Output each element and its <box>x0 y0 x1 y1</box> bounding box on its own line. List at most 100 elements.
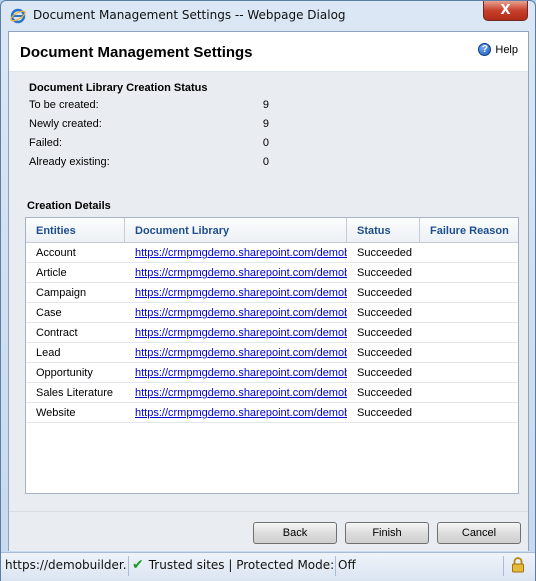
table-row: Contract https://crmpmgdemo.sharepoint.c… <box>26 323 518 343</box>
stat-to-be-created: To be created: 9 <box>29 99 269 117</box>
library-cell: https://crmpmgdemo.sharepoint.com/demobu… <box>125 383 347 403</box>
status-cell: Succeeded <box>357 367 413 379</box>
finish-button[interactable]: Finish <box>345 522 429 544</box>
finish-button-label: Finish <box>372 527 402 539</box>
table-row: Website https://crmpmgdemo.sharepoint.co… <box>26 403 518 423</box>
dialog-footer: Back Finish Cancel <box>9 511 528 551</box>
back-button-label: Back <box>282 527 308 539</box>
library-link[interactable]: https://crmpmgdemo.sharepoint.com/demobu… <box>135 287 347 299</box>
security-zone[interactable]: ✔ Trusted sites | Protected Mode: Off <box>132 554 356 576</box>
cancel-button[interactable]: Cancel <box>437 522 521 544</box>
status-divider <box>128 556 129 576</box>
title-bar: Document Management Settings -- Webpage … <box>1 1 535 31</box>
dialog-body: Document Library Creation Status To be c… <box>9 72 528 511</box>
stat-value: 0 <box>262 156 269 168</box>
stat-already-existing: Already existing: 0 <box>29 156 269 174</box>
status-divider <box>335 556 336 576</box>
status-bar: https://demobuilder.crm.dynamics.com/ ✔ … <box>1 552 535 581</box>
library-link[interactable]: https://crmpmgdemo.sharepoint.com/demobu… <box>135 267 347 279</box>
dialog-content: Document Management Settings ? Help Docu… <box>8 31 529 551</box>
table-row: Case https://crmpmgdemo.sharepoint.com/d… <box>26 303 518 323</box>
status-cell: Succeeded <box>357 327 413 339</box>
stat-value: 9 <box>262 118 269 130</box>
window-title: Document Management Settings -- Webpage … <box>33 8 346 22</box>
entity-cell: Campaign <box>36 287 87 299</box>
column-header-entities[interactable]: Entities <box>26 218 125 243</box>
entity-cell: Website <box>36 407 76 419</box>
table-row: Campaign https://crmpmgdemo.sharepoint.c… <box>26 283 518 303</box>
entity-cell: Case <box>36 307 62 319</box>
table-row: Article https://crmpmgdemo.sharepoint.co… <box>26 263 518 283</box>
status-cell: Succeeded <box>357 387 413 399</box>
grid-header: Entities Document Library Status Failure… <box>26 218 518 243</box>
library-link[interactable]: https://crmpmgdemo.sharepoint.com/demobu… <box>135 367 347 379</box>
library-cell: https://crmpmgdemo.sharepoint.com/demobu… <box>125 303 347 323</box>
stat-newly-created: Newly created: 9 <box>29 118 269 136</box>
library-link[interactable]: https://crmpmgdemo.sharepoint.com/demobu… <box>135 347 347 359</box>
stat-value: 9 <box>262 99 269 111</box>
stat-value: 0 <box>262 137 269 149</box>
creation-details-grid: Entities Document Library Status Failure… <box>25 217 519 494</box>
stat-label: Already existing: <box>29 156 110 168</box>
failure-reason-cell <box>420 303 518 323</box>
column-header-document-library[interactable]: Document Library <box>125 218 347 243</box>
failure-reason-cell <box>420 383 518 403</box>
library-cell: https://crmpmgdemo.sharepoint.com/demobu… <box>125 243 347 263</box>
help-link[interactable]: ? Help <box>478 43 518 56</box>
security-zone-label: Trusted sites | Protected Mode: Off <box>148 558 356 572</box>
library-link[interactable]: https://crmpmgdemo.sharepoint.com/demobu… <box>135 387 347 399</box>
stat-label: Newly created: <box>29 118 102 130</box>
status-cell: Succeeded <box>357 307 413 319</box>
library-cell: https://crmpmgdemo.sharepoint.com/demobu… <box>125 263 347 283</box>
stat-failed: Failed: 0 <box>29 137 269 155</box>
status-cell: Succeeded <box>357 267 413 279</box>
table-row: Sales Literature https://crmpmgdemo.shar… <box>26 383 518 403</box>
status-cell: Succeeded <box>357 347 413 359</box>
status-cell: Succeeded <box>357 407 413 419</box>
status-url: https://demobuilder.crm.dynamics.com/ <box>5 558 127 572</box>
column-header-status[interactable]: Status <box>347 218 420 243</box>
close-icon: X <box>500 3 511 18</box>
failure-reason-cell <box>420 283 518 303</box>
entity-cell: Lead <box>36 347 61 359</box>
entity-cell: Account <box>36 247 76 259</box>
failure-reason-cell <box>420 263 518 283</box>
status-divider <box>503 556 504 576</box>
failure-reason-cell <box>420 323 518 343</box>
back-button[interactable]: Back <box>253 522 337 544</box>
entity-cell: Contract <box>36 327 78 339</box>
column-header-failure-reason[interactable]: Failure Reason <box>420 218 518 243</box>
status-cell: Succeeded <box>357 287 413 299</box>
close-button[interactable]: X <box>483 1 528 21</box>
library-cell: https://crmpmgdemo.sharepoint.com/demobu… <box>125 323 347 343</box>
entity-cell: Opportunity <box>36 367 93 379</box>
table-row: Opportunity https://crmpmgdemo.sharepoin… <box>26 363 518 383</box>
cancel-button-label: Cancel <box>461 527 497 539</box>
library-link[interactable]: https://crmpmgdemo.sharepoint.com/demobu… <box>135 407 347 419</box>
library-cell: https://crmpmgdemo.sharepoint.com/demobu… <box>125 283 347 303</box>
help-label: Help <box>495 43 518 56</box>
failure-reason-cell <box>420 243 518 263</box>
dialog-header: Document Management Settings ? Help <box>9 32 528 72</box>
stat-label: Failed: <box>29 137 63 149</box>
help-icon: ? <box>478 43 492 56</box>
library-link[interactable]: https://crmpmgdemo.sharepoint.com/demobu… <box>135 327 347 339</box>
failure-reason-cell <box>420 343 518 363</box>
page-title: Document Management Settings <box>20 44 253 61</box>
library-link[interactable]: https://crmpmgdemo.sharepoint.com/demobu… <box>135 307 347 319</box>
stat-label: To be created: <box>29 99 99 111</box>
library-link[interactable]: https://crmpmgdemo.sharepoint.com/demobu… <box>135 247 347 259</box>
entity-cell: Sales Literature <box>36 387 114 399</box>
failure-reason-cell <box>420 403 518 423</box>
dialog-window: Document Management Settings -- Webpage … <box>0 0 536 581</box>
creation-status-title: Document Library Creation Status <box>29 82 208 94</box>
library-cell: https://crmpmgdemo.sharepoint.com/demobu… <box>125 343 347 363</box>
entity-cell: Article <box>36 267 67 279</box>
creation-details-title: Creation Details <box>27 200 111 212</box>
library-cell: https://crmpmgdemo.sharepoint.com/demobu… <box>125 403 347 423</box>
failure-reason-cell <box>420 363 518 383</box>
lock-icon[interactable] <box>511 557 525 573</box>
table-row: Lead https://crmpmgdemo.sharepoint.com/d… <box>26 343 518 363</box>
check-icon: ✔ <box>132 557 144 573</box>
status-cell: Succeeded <box>357 247 413 259</box>
